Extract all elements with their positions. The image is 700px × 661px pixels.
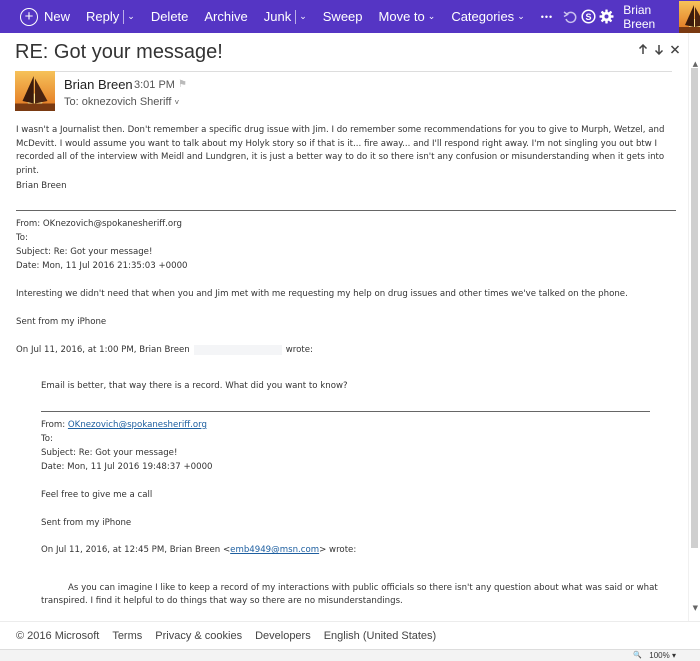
chevron-down-icon[interactable]: ˅ (174, 98, 179, 107)
quote-from: From: OKnezovich@spokanesheriff.org (41, 419, 207, 433)
scrollbar-thumb[interactable] (691, 68, 698, 548)
categories-button[interactable]: Categories ⌄ (443, 0, 532, 33)
sender-avatar[interactable] (15, 71, 55, 111)
move-to-label: Move to (378, 9, 425, 24)
reply-label: Reply (86, 9, 120, 24)
sweep-label: Sweep (322, 9, 363, 24)
status-bar: 🔍 100% ▾ (0, 649, 700, 661)
scroll-up-icon[interactable]: ▲ (693, 60, 698, 68)
language-link[interactable]: English (United States) (324, 630, 437, 642)
reply-subject: Subject: Re: Got your message! (16, 247, 153, 257)
quote-2-line-2: transpired. I find it helpful to do thin… (41, 596, 403, 606)
reply-text: Interesting we didn't need that when you… (16, 289, 628, 299)
close-icon[interactable] (670, 44, 680, 58)
quote-to: To: (41, 434, 53, 444)
signature: Brian Breen (16, 181, 67, 191)
chevron-down-icon[interactable]: ⌄ (127, 11, 135, 22)
on-wrote-suffix: > wrote: (319, 545, 357, 555)
message-time: 3:01 PM (134, 79, 175, 91)
quote-sent: Sent from my iPhone (41, 518, 132, 528)
toolbar: + New Reply ⌄ Delete Archive Junk ⌄ Swee… (0, 0, 700, 33)
message-subject: RE: Got your message! (15, 41, 223, 63)
divider (16, 210, 676, 211)
sender-name[interactable]: Brian Breen (64, 77, 133, 92)
message-nav (638, 43, 680, 58)
quote-on-wrote: On Jul 11, 2016, at 12:45 PM, Brian Bree… (41, 544, 356, 558)
new-label: New (44, 9, 71, 24)
on-wrote-prefix: On Jul 11, 2016, at 1:00 PM, Brian Breen (16, 345, 190, 355)
avatar[interactable] (679, 0, 700, 33)
arrow-up-icon[interactable] (638, 43, 648, 58)
chevron-down-icon: ⌄ (427, 11, 436, 21)
junk-button[interactable]: Junk ⌄ (256, 0, 315, 33)
more-label: ••• (540, 11, 554, 22)
reply-from: From: OKnezovich@spokanesheriff.org (16, 219, 182, 229)
email-link[interactable]: emb4949@msn.com (230, 545, 319, 555)
undo-icon[interactable] (561, 6, 578, 28)
flag-icon[interactable]: ⚑ (178, 79, 187, 90)
quote-date: Date: Mon, 11 Jul 2016 19:48:37 +0000 (41, 462, 213, 472)
on-wrote-suffix: wrote: (285, 345, 313, 355)
quote-from-label: From: (41, 420, 68, 430)
reply-to: To: (16, 233, 28, 243)
reply-sent: Sent from my iPhone (16, 317, 107, 327)
privacy-link[interactable]: Privacy & cookies (155, 630, 242, 642)
plus-icon: + (20, 7, 38, 26)
junk-label: Junk (263, 9, 292, 24)
reply-button[interactable]: Reply ⌄ (78, 0, 143, 33)
categories-label: Categories (451, 9, 515, 24)
body-paragraph: I wasn't a Journalist then. Don't rememb… (16, 125, 665, 176)
reply-on-wrote: On Jul 11, 2016, at 1:00 PM, Brian Breen… (16, 344, 313, 358)
message-body: I wasn't a Journalist then. Don't rememb… (16, 124, 676, 178)
user-name[interactable]: Brian Breen (623, 3, 671, 31)
quote-text: Email is better, that way there is a rec… (41, 381, 348, 391)
zoom-level[interactable]: 100% ▾ (649, 651, 676, 660)
divider (295, 9, 297, 24)
chevron-down-icon: ⌄ (517, 11, 525, 21)
chevron-down-icon[interactable]: ⌄ (299, 11, 307, 22)
on-wrote-prefix: On Jul 11, 2016, at 12:45 PM, Brian Bree… (41, 545, 231, 555)
sweep-button[interactable]: Sweep (315, 0, 371, 33)
footer: © 2016 Microsoft Terms Privacy & cookies… (0, 621, 700, 649)
delete-button[interactable]: Delete (143, 0, 197, 33)
more-options-button[interactable]: ••• (533, 0, 561, 33)
delete-label: Delete (150, 9, 189, 24)
developers-link[interactable]: Developers (255, 630, 311, 642)
archive-button[interactable]: Archive (196, 0, 255, 33)
zoom-value: 100% (649, 651, 670, 660)
archive-label: Archive (204, 9, 248, 24)
redacted-email (193, 344, 282, 355)
move-to-button[interactable]: Move to ⌄ (371, 0, 444, 33)
divider (15, 71, 672, 72)
quote-text-2: Feel free to give me a call (41, 490, 153, 500)
quote-2-line-1: As you can imagine I like to keep a reco… (68, 583, 658, 593)
terms-link[interactable]: Terms (112, 630, 142, 642)
skype-icon[interactable]: S (580, 6, 597, 28)
svg-text:S: S (585, 12, 591, 22)
copyright: © 2016 Microsoft (16, 629, 100, 642)
zoom-icon[interactable]: 🔍 (633, 651, 642, 659)
divider (123, 9, 125, 24)
recipients-label: To: oknezovich Sheriff (64, 96, 172, 108)
gear-icon[interactable] (599, 6, 616, 28)
email-link[interactable]: OKnezovich@spokanesheriff.org (68, 420, 207, 430)
reply-date: Date: Mon, 11 Jul 2016 21:35:03 +0000 (16, 261, 188, 271)
quote-subject: Subject: Re: Got your message! (41, 448, 178, 458)
arrow-down-icon[interactable] (654, 44, 664, 58)
divider (41, 411, 650, 412)
scroll-down-icon[interactable]: ▼ (693, 604, 698, 612)
recipients[interactable]: To: oknezovich Sheriff ˅ (64, 96, 179, 108)
new-button[interactable]: + New (0, 0, 78, 33)
